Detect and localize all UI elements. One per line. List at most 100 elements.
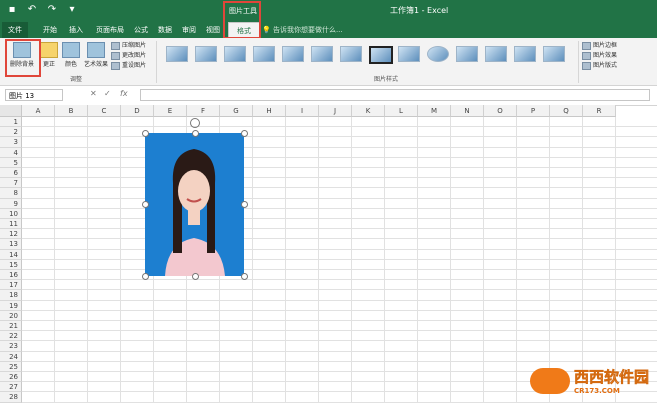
picture-style-5[interactable] <box>282 46 304 62</box>
gridline <box>22 146 657 148</box>
row-header-11[interactable]: 11 <box>0 219 22 230</box>
resize-handle[interactable] <box>241 201 248 208</box>
row-header-25[interactable]: 25 <box>0 361 22 372</box>
color-button[interactable]: 颜色 <box>60 40 82 68</box>
enter-icon[interactable]: ✓ <box>104 89 111 98</box>
column-header-a[interactable]: A <box>22 105 55 117</box>
tab-view[interactable]: 视图 <box>202 22 224 38</box>
picture-border-button[interactable]: 图片边框 <box>582 41 617 50</box>
row-header-1[interactable]: 1 <box>0 117 22 128</box>
column-header-p[interactable]: P <box>517 105 550 117</box>
picture-style-8[interactable] <box>369 46 393 64</box>
tell-me-search[interactable]: 💡 告诉我你想要做什么... <box>262 22 343 38</box>
tab-data[interactable]: 数据 <box>154 22 176 38</box>
picture-style-3[interactable] <box>224 46 246 62</box>
row-header-8[interactable]: 8 <box>0 188 22 199</box>
column-header-o[interactable]: O <box>484 105 517 117</box>
column-header-m[interactable]: M <box>418 105 451 117</box>
column-header-r[interactable]: R <box>583 105 616 117</box>
reset-picture-button[interactable]: 重设图片 <box>111 61 146 70</box>
row-header-15[interactable]: 15 <box>0 259 22 270</box>
change-picture-button[interactable]: 更改图片 <box>111 51 146 60</box>
picture-style-1[interactable] <box>166 46 188 62</box>
rotate-handle-icon[interactable] <box>190 118 200 128</box>
column-header-h[interactable]: H <box>253 105 286 117</box>
row-header-17[interactable]: 17 <box>0 280 22 291</box>
column-header-i[interactable]: I <box>286 105 319 117</box>
row-header-24[interactable]: 24 <box>0 351 22 362</box>
picture-style-10[interactable] <box>427 46 449 62</box>
resize-handle[interactable] <box>142 273 149 280</box>
tab-file[interactable]: 文件 <box>2 22 28 38</box>
resize-handle[interactable] <box>192 273 199 280</box>
picture-style-14[interactable] <box>543 46 565 62</box>
save-icon[interactable]: ▪ <box>6 4 18 16</box>
customize-qat-icon[interactable]: ▾ <box>66 4 78 16</box>
picture-style-13[interactable] <box>514 46 536 62</box>
picture-style-2[interactable] <box>195 46 217 62</box>
row-header-7[interactable]: 7 <box>0 178 22 189</box>
column-header-q[interactable]: Q <box>550 105 583 117</box>
selected-picture[interactable] <box>145 133 244 276</box>
picture-style-6[interactable] <box>311 46 333 62</box>
row-header-13[interactable]: 13 <box>0 239 22 250</box>
picture-style-4[interactable] <box>253 46 275 62</box>
row-header-4[interactable]: 4 <box>0 147 22 158</box>
column-header-j[interactable]: J <box>319 105 352 117</box>
column-header-e[interactable]: E <box>154 105 187 117</box>
row-header-26[interactable]: 26 <box>0 372 22 383</box>
row-header-16[interactable]: 16 <box>0 270 22 281</box>
formula-input[interactable] <box>140 89 650 101</box>
tab-insert[interactable]: 插入 <box>64 22 88 38</box>
row-header-12[interactable]: 12 <box>0 229 22 240</box>
picture-layout-button[interactable]: 图片版式 <box>582 61 617 70</box>
column-header-b[interactable]: B <box>55 105 88 117</box>
cancel-icon[interactable]: ✕ <box>90 89 97 98</box>
picture-effects-button[interactable]: 图片效果 <box>582 51 617 60</box>
resize-handle[interactable] <box>142 201 149 208</box>
artistic-effects-button[interactable]: 艺术效果 <box>82 40 110 68</box>
select-all-corner[interactable] <box>0 105 22 117</box>
picture-style-12[interactable] <box>485 46 507 62</box>
row-header-22[interactable]: 22 <box>0 331 22 342</box>
undo-icon[interactable]: ↶ <box>26 4 38 16</box>
tab-page-layout[interactable]: 页面布局 <box>92 22 128 38</box>
row-header-9[interactable]: 9 <box>0 198 22 209</box>
picture-style-11[interactable] <box>456 46 478 62</box>
name-box[interactable]: 图片 13 <box>5 89 63 101</box>
resize-handle[interactable] <box>241 130 248 137</box>
row-header-28[interactable]: 28 <box>0 392 22 403</box>
resize-handle[interactable] <box>241 273 248 280</box>
corrections-button[interactable]: 更正 <box>40 40 58 68</box>
row-header-6[interactable]: 6 <box>0 168 22 179</box>
column-header-l[interactable]: L <box>385 105 418 117</box>
row-header-20[interactable]: 20 <box>0 310 22 321</box>
column-header-g[interactable]: G <box>220 105 253 117</box>
tab-home[interactable]: 开始 <box>38 22 62 38</box>
column-header-n[interactable]: N <box>451 105 484 117</box>
column-header-f[interactable]: F <box>187 105 220 117</box>
column-header-d[interactable]: D <box>121 105 154 117</box>
row-header-21[interactable]: 21 <box>0 321 22 332</box>
row-header-23[interactable]: 23 <box>0 341 22 352</box>
row-header-5[interactable]: 5 <box>0 157 22 168</box>
tab-formulas[interactable]: 公式 <box>130 22 152 38</box>
row-header-10[interactable]: 10 <box>0 208 22 219</box>
compress-pictures-button[interactable]: 压缩图片 <box>111 41 146 50</box>
picture-style-9[interactable] <box>398 46 420 62</box>
row-header-14[interactable]: 14 <box>0 249 22 260</box>
resize-handle[interactable] <box>142 130 149 137</box>
redo-icon[interactable]: ↷ <box>46 4 58 16</box>
resize-handle[interactable] <box>192 130 199 137</box>
insert-function-icon[interactable]: fx <box>120 89 128 98</box>
row-header-18[interactable]: 18 <box>0 290 22 301</box>
worksheet-grid[interactable]: A B C D E F G H I J K L M N O P Q R 1 2 3 4 5 6 7 8 9 10 11 12 13 14 15 1… <box>0 105 657 403</box>
tab-review[interactable]: 审阅 <box>178 22 200 38</box>
row-header-2[interactable]: 2 <box>0 127 22 138</box>
row-header-27[interactable]: 27 <box>0 382 22 393</box>
column-header-k[interactable]: K <box>352 105 385 117</box>
picture-style-7[interactable] <box>340 46 362 62</box>
row-header-19[interactable]: 19 <box>0 300 22 311</box>
column-header-c[interactable]: C <box>88 105 121 117</box>
row-header-3[interactable]: 3 <box>0 137 22 148</box>
